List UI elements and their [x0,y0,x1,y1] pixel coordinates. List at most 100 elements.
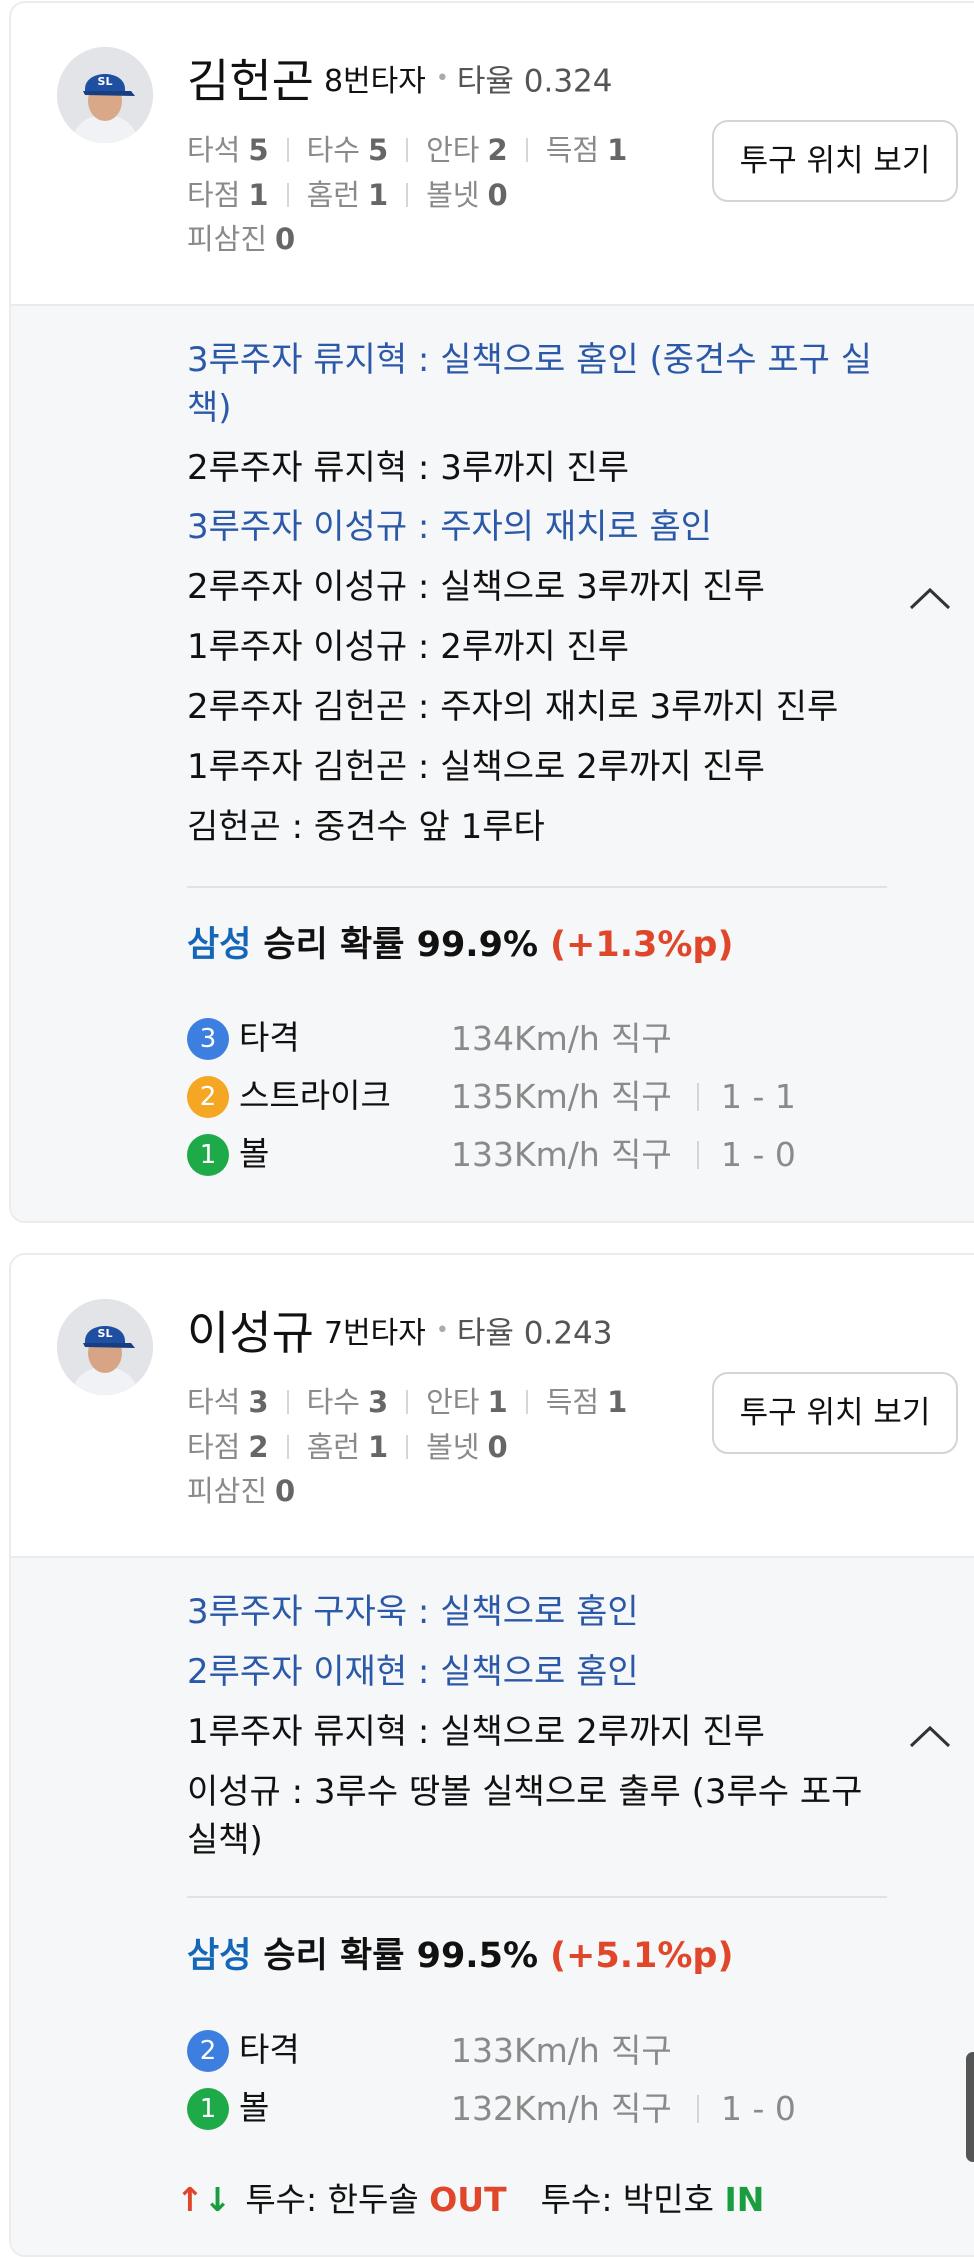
team-name: 삼성 [187,925,252,965]
batter-header: SL 김헌곤 8번타자 • 타율 0.324 타석 5 타수 5 안타 2 득점 1 타점 1 홈런 1 볼… [11,3,974,303]
count-divider [697,1141,699,1169]
stats-row-3: 피삼진 0 [187,1468,295,1510]
divider [187,1896,887,1898]
stat-divider [286,1435,289,1459]
collapse-chevron-up-icon[interactable] [909,1716,951,1758]
stats-row-2: 타점 1 홈런 1 볼넷 0 [187,172,508,214]
player-photo-icon: SL [57,1299,153,1395]
batting-average: 타율 0.243 [456,1315,613,1352]
view-pitch-location-button[interactable]: 투구 위치 보기 [712,1372,958,1454]
pitch-result: 스트라이크 [239,1076,391,1115]
win-prob-diff: (+5.1%p) [550,1936,734,1976]
pitch-result: 타격 [239,2030,300,2069]
pitch-speed: 132Km/h [451,2089,600,2128]
stat-so: 피삼진 0 [187,1474,296,1508]
stat-divider [406,183,409,207]
batting-order: 8번타자 [323,64,426,99]
pitch-number-badge: 1 [187,1134,229,1176]
event-line: 2루주자 이성규 : 실책으로 3루까지 진루 [187,567,765,607]
divider [187,886,887,888]
win-prob-label: 승리 확률 [263,925,405,965]
pitch-type: 직구 [611,1077,672,1116]
pitch-result: 볼 [239,2088,270,2127]
avatar: SL [57,1299,153,1395]
ball-strike-count: 1 - 0 [697,1132,796,1178]
stat-bb: 볼넷 0 [426,178,508,212]
event-line: 2루주자 이재현 : 실책으로 홈인 [187,1652,639,1692]
pitcher-out-name: 투수: 한두솔 [245,2180,419,2219]
batting-average: 타율 0.324 [456,63,613,100]
player-photo-icon: SL [57,47,153,143]
stat-hr: 홈런 1 [306,178,389,212]
player-name: 김헌곤 [187,54,314,108]
stat-divider [286,138,289,162]
play-detail-panel: 3루주자 류지혁 : 실책으로 홈인 (중견수 포구 실책) 2루주자 류지혁 … [11,304,974,1221]
stat-ab: 타수 5 [306,133,389,167]
batter-title: 김헌곤 8번타자 • 타율 0.324 [187,45,612,111]
win-probability: 삼성 승리 확률 99.5% (+5.1%p) [187,1927,733,1978]
event-line: 3루주자 류지혁 : 실책으로 홈인 (중견수 포구 실책) [187,340,873,428]
stat-divider [525,1390,528,1414]
stat-divider [286,183,289,207]
pitch-type: 직구 [611,1135,672,1174]
view-pitch-location-button[interactable]: 투구 위치 보기 [712,120,958,202]
stat-divider [406,1435,409,1459]
stat-divider [406,1390,409,1414]
pitch-number-badge: 2 [187,2030,229,2072]
pitch-number-badge: 3 [187,1018,229,1060]
stat-divider [286,1390,289,1414]
batting-order: 7번타자 [323,1316,426,1351]
ball-strike-count: 1 - 1 [697,1074,796,1120]
event-line: 1루주자 김헌곤 : 실책으로 2루까지 진루 [187,747,765,787]
stat-runs: 득점 1 [545,1385,628,1419]
pitch-row: 1 볼 133Km/h 직구 1 - 0 [187,1132,907,1178]
win-prob-value: 99.9% [416,925,539,965]
pitcher-substitution: ↑↓ 투수: 한두솔 OUT 투수: 박민호 IN [176,2173,764,2221]
pitch-row: 2 스트라이크 135Km/h 직구 1 - 1 [187,1074,907,1120]
out-label: OUT [429,2180,507,2219]
event-line: 김헌곤 : 중견수 앞 1루타 [187,807,545,847]
stats-row-3: 피삼진 0 [187,216,295,258]
avatar: SL [57,47,153,143]
pitch-row: 2 타격 133Km/h 직구 [187,2028,907,2074]
pitch-speed: 133Km/h [451,1135,600,1174]
win-prob-value: 99.5% [416,1936,539,1976]
event-line: 2루주자 김헌곤 : 주자의 재치로 3루까지 진루 [187,687,839,727]
stat-runs: 득점 1 [545,133,628,167]
collapse-chevron-up-icon[interactable] [909,578,951,620]
separator-dot: • [435,1317,449,1343]
ball-strike-count: 1 - 0 [697,2086,796,2132]
win-probability: 삼성 승리 확률 99.9% (+1.3%p) [187,916,733,967]
team-name: 삼성 [187,1936,252,1976]
svg-text:SL: SL [98,1327,113,1340]
pitch-number-badge: 1 [187,2088,229,2130]
pitch-speed: 133Km/h [451,2031,600,2070]
pitch-speed: 134Km/h [451,1019,600,1058]
stat-bb: 볼넷 0 [426,1430,508,1464]
pitch-type: 직구 [611,2089,672,2128]
stat-divider [525,138,528,162]
win-prob-diff: (+1.3%p) [550,925,734,965]
batter-header: SL 이성규 7번타자 • 타율 0.243 타석 3 타수 3 안타 1 득점 1 타점 2 홈런 1 볼… [11,1255,974,1555]
pitch-result: 타격 [239,1018,300,1057]
batter-title: 이성규 7번타자 • 타율 0.243 [187,1297,612,1363]
separator-dot: • [435,65,449,91]
event-line: 3루주자 이성규 : 주자의 재치로 홈인 [187,507,713,547]
play-detail-panel: 3루주자 구자욱 : 실책으로 홈인 2루주자 이재현 : 실책으로 홈인 1루… [11,1556,974,2255]
count-divider [697,1083,699,1111]
batter-card-lee-seonggyu: SL 이성규 7번타자 • 타율 0.243 타석 3 타수 3 안타 1 득점 1 타점 2 홈런 1 볼… [9,1253,974,2257]
stats-row-2: 타점 2 홈런 1 볼넷 0 [187,1424,508,1466]
pitch-speed: 135Km/h [451,1077,600,1116]
stats-row-1: 타석 3 타수 3 안타 1 득점 1 [187,1379,627,1421]
stat-hits: 안타 2 [426,133,508,167]
batter-card-kim-heongon: SL 김헌곤 8번타자 • 타율 0.324 타석 5 타수 5 안타 2 득점 1 타점 1 홈런 1 볼… [9,1,974,1223]
pitch-row: 1 볼 132Km/h 직구 1 - 0 [187,2086,907,2132]
event-line: 1루주자 류지혁 : 실책으로 2루까지 진루 [187,1712,765,1752]
arrow-down-icon: ↓ [203,2180,232,2219]
stat-ab: 타수 3 [306,1385,389,1419]
scrollbar-thumb[interactable] [966,2052,974,2162]
pitcher-in-name: 투수: 박민호 [540,2180,715,2219]
pitch-result: 볼 [239,1134,270,1173]
event-line: 1루주자 이성규 : 2루까지 진루 [187,627,630,667]
pitch-row: 3 타격 134Km/h 직구 [187,1016,907,1062]
